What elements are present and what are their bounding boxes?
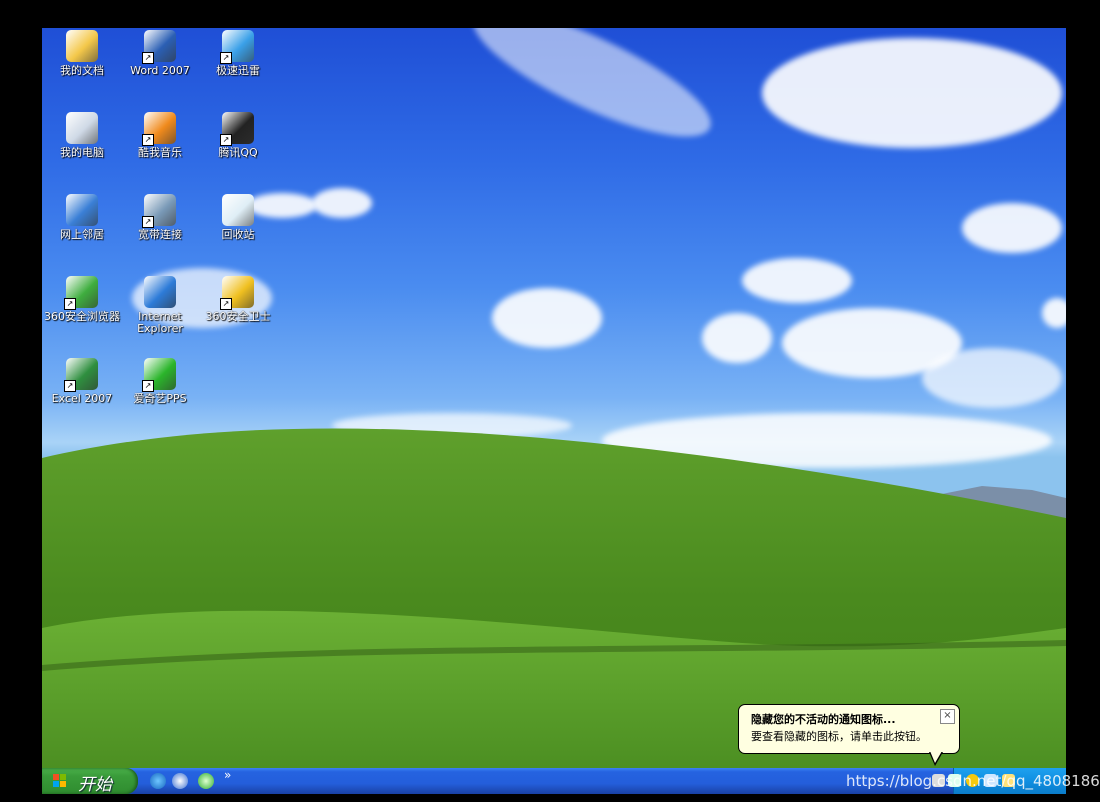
close-icon[interactable]: × bbox=[940, 709, 955, 724]
desktop-icon[interactable]: ↗ 360安全卫士 bbox=[198, 276, 278, 323]
desktop-icon-label: Word 2007 bbox=[130, 64, 190, 77]
notification-balloon[interactable]: 隐藏您的不活动的通知图标... 要查看隐藏的图标，请单击此按钮。 × bbox=[738, 704, 960, 766]
iqiyi-icon: ↗ bbox=[142, 358, 176, 392]
desktop-icon[interactable]: ↗ Word 2007 bbox=[120, 30, 200, 77]
start-label: 开始 bbox=[78, 775, 112, 795]
recycle-bin-icon bbox=[222, 194, 254, 226]
watermark: https://blog.csdn.net/qq_48081868 bbox=[846, 772, 1100, 790]
desktop-icon-label: 腾讯QQ bbox=[218, 146, 258, 159]
shortcut-arrow-icon: ↗ bbox=[142, 134, 154, 146]
shortcut-arrow-icon: ↗ bbox=[142, 52, 154, 64]
desktop-icon-label: 爱奇艺PPS bbox=[133, 392, 187, 405]
desktop-icon[interactable]: ↗ Excel 2007 bbox=[42, 358, 122, 405]
desktop-icon[interactable]: 我的电脑 bbox=[42, 112, 122, 159]
desktop-icon-label: 极速迅雷 bbox=[216, 64, 260, 77]
word-icon: ↗ bbox=[142, 30, 176, 64]
balloon-tail-fill bbox=[930, 751, 942, 763]
windows-flag-icon bbox=[53, 774, 66, 787]
desktop-icon[interactable]: ↗ 爱奇艺PPS bbox=[120, 358, 200, 405]
balloon-message: 要查看隐藏的图标，请单击此按钮。 bbox=[751, 730, 927, 743]
start-button[interactable]: 开始 bbox=[42, 768, 138, 795]
ie-icon[interactable] bbox=[150, 773, 166, 789]
desktop-icon[interactable]: Internet Explorer bbox=[120, 276, 200, 335]
desktop-icon-label: Internet Explorer bbox=[137, 310, 183, 335]
broadband-icon: ↗ bbox=[142, 194, 176, 228]
shortcut-arrow-icon: ↗ bbox=[142, 380, 154, 392]
shortcut-arrow-icon: ↗ bbox=[142, 216, 154, 228]
desktop-icon-label: 宽带连接 bbox=[138, 228, 182, 241]
shortcut-arrow-icon: ↗ bbox=[220, 52, 232, 64]
kuwo-music-icon: ↗ bbox=[142, 112, 176, 146]
network-icon bbox=[66, 194, 98, 226]
desktop-icon-label: 我的文档 bbox=[60, 64, 104, 77]
shortcut-arrow-icon: ↗ bbox=[220, 134, 232, 146]
overflow-chevron-icon[interactable]: » bbox=[224, 768, 231, 782]
desktop-icon-label: 回收站 bbox=[221, 228, 255, 241]
shortcut-arrow-icon: ↗ bbox=[64, 380, 76, 392]
thunder-icon: ↗ bbox=[220, 30, 254, 64]
desktop-icon-label: 360安全浏览器 bbox=[44, 310, 120, 323]
desktop-icon[interactable]: 网上邻居 bbox=[42, 194, 122, 241]
desktop-icon-label: Excel 2007 bbox=[51, 392, 113, 405]
desktop-icon[interactable]: 回收站 bbox=[198, 194, 278, 241]
excel-icon: ↗ bbox=[64, 358, 98, 392]
desktop-icon[interactable]: ↗ 酷我音乐 bbox=[120, 112, 200, 159]
ie-icon bbox=[144, 276, 176, 308]
my-computer-icon bbox=[66, 112, 98, 144]
360-guard-icon: ↗ bbox=[220, 276, 254, 310]
desktop-icon[interactable]: ↗ 腾讯QQ bbox=[198, 112, 278, 159]
balloon-title: 隐藏您的不活动的通知图标... bbox=[751, 713, 896, 726]
desktop-icon-label: 360安全卫士 bbox=[205, 310, 271, 323]
360-browser-icon[interactable] bbox=[198, 773, 214, 789]
360-browser-icon: ↗ bbox=[64, 276, 98, 310]
desktop-icon[interactable]: ↗ 宽带连接 bbox=[120, 194, 200, 241]
desktop-icon[interactable]: ↗ 极速迅雷 bbox=[198, 30, 278, 77]
shortcut-arrow-icon: ↗ bbox=[64, 298, 76, 310]
desktop-icon-label: 网上邻居 bbox=[60, 228, 104, 241]
desktop-icon[interactable]: 我的文档 bbox=[42, 30, 122, 77]
my-documents-icon bbox=[66, 30, 98, 62]
desktop[interactable]: 我的文档 ↗ Word 2007 ↗ 极速迅雷 我的电脑 ↗ 酷我音乐 ↗ 腾讯QQ 网上邻居 ↗ 宽带… bbox=[42, 28, 1066, 768]
qq-icon: ↗ bbox=[220, 112, 254, 146]
shortcut-arrow-icon: ↗ bbox=[220, 298, 232, 310]
desktop-icon-label: 酷我音乐 bbox=[138, 146, 182, 159]
desktop-icon-label: 我的电脑 bbox=[60, 146, 104, 159]
desktop-icon[interactable]: ↗ 360安全浏览器 bbox=[42, 276, 122, 323]
media-icon[interactable] bbox=[172, 773, 188, 789]
